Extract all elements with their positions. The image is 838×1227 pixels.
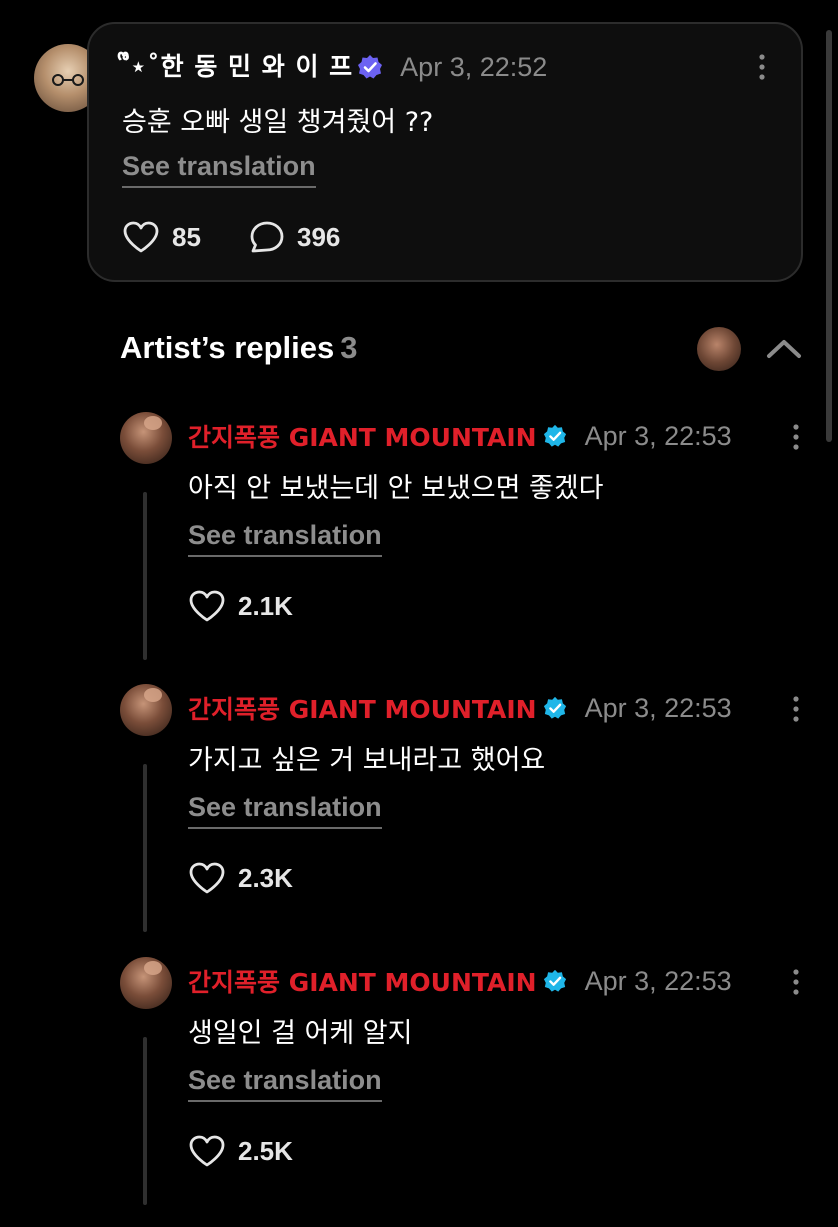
thread-line [143, 492, 147, 660]
like-count: 2.3K [238, 862, 293, 893]
reply-text: 아직 안 보냈는데 안 보냈으면 좋겠다 [188, 473, 604, 504]
post-text: 승훈 오빠 생일 챙겨줬어 ?? [122, 107, 434, 138]
heart-icon [189, 862, 225, 894]
thread-line [143, 1037, 147, 1205]
blue-verified-badge-icon [543, 696, 566, 719]
avatar-glasses-graphic [52, 74, 84, 86]
reply-text: 가지고 싶은 거 보내라고 했어요 [188, 745, 546, 776]
artist-name[interactable]: 간지폭풍 GIANT MOUNTAIN [188, 418, 537, 454]
reply-header: 간지폭풍 GIANT MOUNTAIN Apr 3, 22:53 [188, 963, 732, 999]
comment-button[interactable]: 396 [249, 220, 340, 254]
like-count: 2.5K [238, 1135, 293, 1166]
post-timestamp: Apr 3, 22:52 [400, 51, 548, 82]
artist-replies-title: Artist’s replies [120, 330, 335, 365]
see-translation-link[interactable]: See translation [188, 520, 382, 557]
thread-line [143, 764, 147, 932]
artist-avatar[interactable] [120, 957, 172, 1009]
like-button[interactable]: 2.3K [188, 861, 293, 895]
like-count: 85 [172, 221, 201, 252]
more-vertical-icon[interactable] [791, 694, 801, 724]
post-header: ˚ᩚ⋆˚한 동 민 와 이 프 Apr 3, 22:52 [122, 50, 547, 84]
like-count: 2.1K [238, 590, 293, 621]
reply-text: 생일인 걸 어케 알지 [188, 1018, 413, 1049]
artist-replies-count: 3 [340, 330, 358, 365]
artist-avatar-small [697, 327, 741, 371]
like-button[interactable]: 2.1K [188, 589, 293, 623]
artist-reply[interactable]: 간지폭풍 GIANT MOUNTAIN Apr 3, 22:53 가지고 싶은 … [0, 684, 838, 954]
heart-icon [189, 1135, 225, 1167]
comment-count: 396 [297, 221, 341, 252]
artist-reply[interactable]: 간지폭풍 GIANT MOUNTAIN Apr 3, 22:53 아직 안 보냈… [0, 412, 838, 682]
purple-verified-badge-icon [358, 55, 383, 79]
reply-header: 간지폭풍 GIANT MOUNTAIN Apr 3, 22:53 [188, 418, 732, 454]
like-button[interactable]: 85 [122, 220, 201, 254]
artist-avatar[interactable] [120, 684, 172, 736]
speech-bubble-icon [250, 221, 284, 253]
artist-replies-heading: Artist’s replies 3 [120, 330, 357, 366]
post-author-name[interactable]: ˚ᩚ⋆˚한 동 민 와 이 프 [122, 47, 353, 88]
see-translation-link[interactable]: See translation [122, 151, 316, 188]
see-translation-link[interactable]: See translation [188, 1065, 382, 1102]
chevron-up-icon[interactable] [765, 334, 803, 362]
reply-timestamp: Apr 3, 22:53 [584, 692, 732, 723]
reply-timestamp: Apr 3, 22:53 [584, 965, 732, 996]
like-button[interactable]: 2.5K [188, 1134, 293, 1168]
artist-name[interactable]: 간지폭풍 GIANT MOUNTAIN [188, 690, 537, 726]
more-vertical-icon[interactable] [791, 422, 801, 452]
more-vertical-icon[interactable] [757, 52, 767, 82]
fan-post-card[interactable]: ˚ᩚ⋆˚한 동 민 와 이 프 Apr 3, 22:52 승훈 오빠 생일 챙겨… [87, 22, 803, 282]
reply-timestamp: Apr 3, 22:53 [584, 420, 732, 451]
artist-avatar[interactable] [120, 412, 172, 464]
artist-reply[interactable]: 간지폭풍 GIANT MOUNTAIN Apr 3, 22:53 생일인 걸 어… [0, 957, 838, 1227]
see-translation-link[interactable]: See translation [188, 792, 382, 829]
scrollbar[interactable] [826, 30, 832, 442]
heart-icon [123, 221, 159, 253]
reply-header: 간지폭풍 GIANT MOUNTAIN Apr 3, 22:53 [188, 690, 732, 726]
blue-verified-badge-icon [543, 424, 566, 447]
more-vertical-icon[interactable] [791, 967, 801, 997]
blue-verified-badge-icon [543, 969, 566, 992]
heart-icon [189, 590, 225, 622]
artist-name[interactable]: 간지폭풍 GIANT MOUNTAIN [188, 963, 537, 999]
